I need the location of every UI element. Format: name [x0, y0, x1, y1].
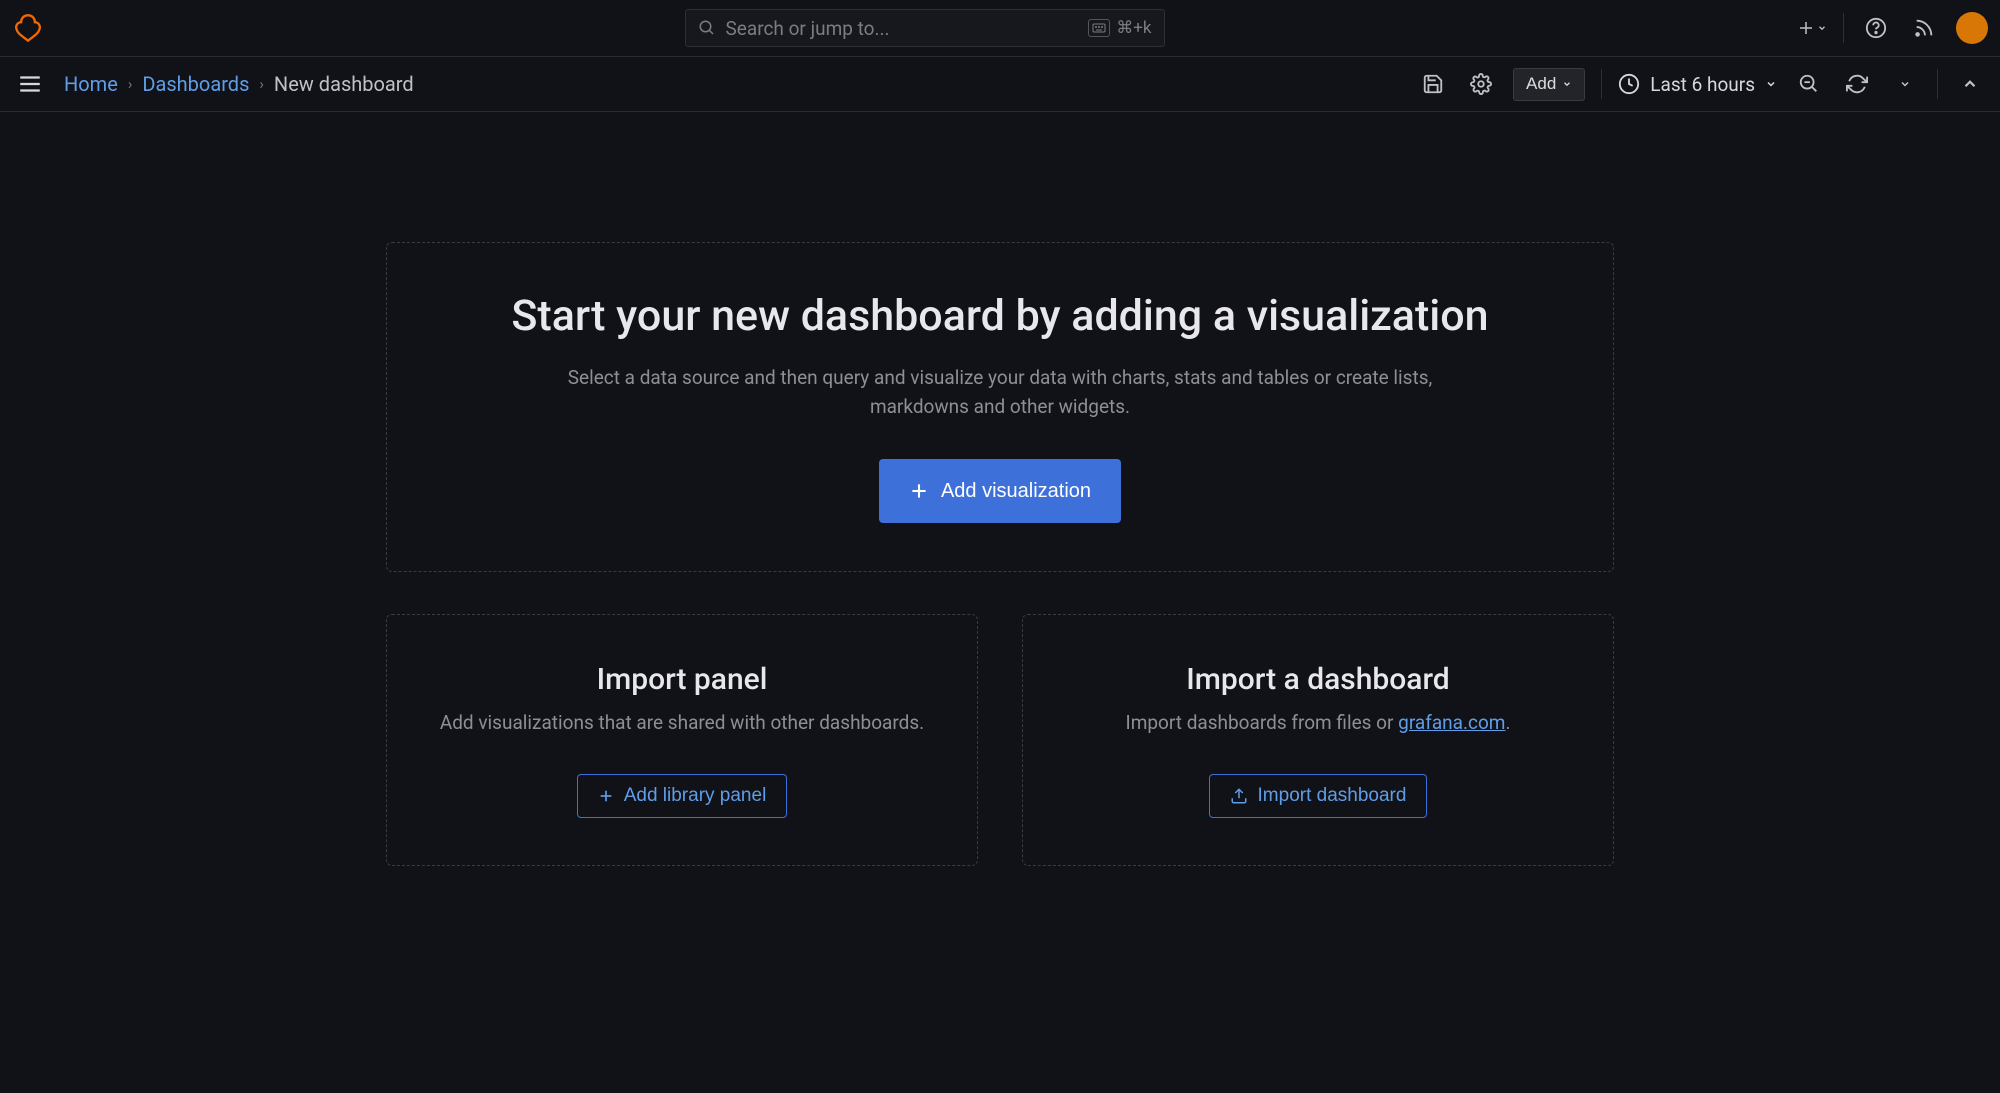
collapse-button[interactable]	[1954, 68, 1986, 100]
help-button[interactable]	[1860, 12, 1892, 44]
gear-icon	[1470, 73, 1492, 95]
chevron-right-icon: ›	[128, 75, 133, 93]
hero-title: Start your new dashboard by adding a vis…	[511, 291, 1488, 341]
import-dashboard-description: Import dashboards from files or grafana.…	[1126, 709, 1511, 738]
import-dashboard-title: Import a dashboard	[1186, 662, 1449, 697]
breadcrumb: Home › Dashboards › New dashboard	[64, 72, 414, 96]
menu-toggle[interactable]	[14, 68, 46, 100]
chevron-right-icon: ›	[259, 75, 264, 93]
zoom-out-icon	[1798, 73, 1820, 95]
breadcrumb-home[interactable]: Home	[64, 72, 118, 96]
import-dashboard-card: Import a dashboard Import dashboards fro…	[1022, 614, 1614, 866]
chevron-down-icon	[1899, 78, 1911, 90]
user-avatar[interactable]	[1956, 12, 1988, 44]
refresh-button[interactable]	[1841, 68, 1873, 100]
search-input[interactable]: Search or jump to... ⌘+k	[685, 9, 1165, 47]
upload-icon	[1230, 787, 1248, 805]
help-icon	[1865, 17, 1887, 39]
toolbar: Home › Dashboards › New dashboard Add La…	[0, 57, 2000, 112]
create-menu[interactable]	[1797, 19, 1827, 37]
news-button[interactable]	[1908, 12, 1940, 44]
divider	[1843, 13, 1844, 43]
grafana-com-link[interactable]: grafana.com	[1398, 711, 1505, 734]
search-shortcut: ⌘+k	[1088, 18, 1151, 38]
save-button[interactable]	[1417, 68, 1449, 100]
secondary-cards: Import panel Add visualizations that are…	[386, 614, 1614, 866]
import-panel-title: Import panel	[597, 662, 768, 697]
breadcrumb-current: New dashboard	[274, 72, 414, 96]
clock-icon	[1618, 73, 1640, 95]
menu-icon	[17, 71, 43, 97]
keyboard-icon	[1088, 19, 1110, 37]
hero-card: Start your new dashboard by adding a vis…	[386, 242, 1614, 572]
plus-icon	[909, 481, 929, 501]
save-icon	[1422, 73, 1444, 95]
chevron-up-icon	[1961, 75, 1979, 93]
add-library-panel-button[interactable]: Add library panel	[577, 774, 788, 818]
time-range-button[interactable]: Last 6 hours	[1618, 73, 1777, 96]
settings-button[interactable]	[1465, 68, 1497, 100]
divider	[1601, 69, 1602, 99]
add-visualization-button[interactable]: Add visualization	[879, 459, 1121, 523]
chevron-down-icon	[1562, 79, 1572, 89]
divider	[1937, 69, 1938, 99]
grafana-logo[interactable]	[12, 12, 44, 44]
search-placeholder: Search or jump to...	[726, 17, 1089, 40]
import-panel-card: Import panel Add visualizations that are…	[386, 614, 978, 866]
topbar: Search or jump to... ⌘+k	[0, 0, 2000, 57]
topbar-right	[1797, 12, 1988, 44]
import-dashboard-button[interactable]: Import dashboard	[1209, 774, 1428, 818]
toolbar-right: Add Last 6 hours	[1417, 68, 1986, 101]
add-menu-button[interactable]: Add	[1513, 68, 1585, 101]
zoom-out-button[interactable]	[1793, 68, 1825, 100]
import-panel-description: Add visualizations that are shared with …	[440, 709, 924, 738]
chevron-down-icon	[1817, 23, 1827, 33]
grafana-icon	[14, 13, 42, 43]
refresh-icon	[1846, 73, 1868, 95]
search-icon	[698, 19, 716, 37]
hero-description: Select a data source and then query and …	[535, 363, 1465, 422]
chevron-down-icon	[1765, 78, 1777, 90]
breadcrumb-dashboards[interactable]: Dashboards	[142, 72, 249, 96]
content: Start your new dashboard by adding a vis…	[0, 112, 2000, 866]
refresh-interval-button[interactable]	[1889, 68, 1921, 100]
plus-icon	[1797, 19, 1815, 37]
rss-icon	[1913, 17, 1935, 39]
plus-icon	[598, 788, 614, 804]
